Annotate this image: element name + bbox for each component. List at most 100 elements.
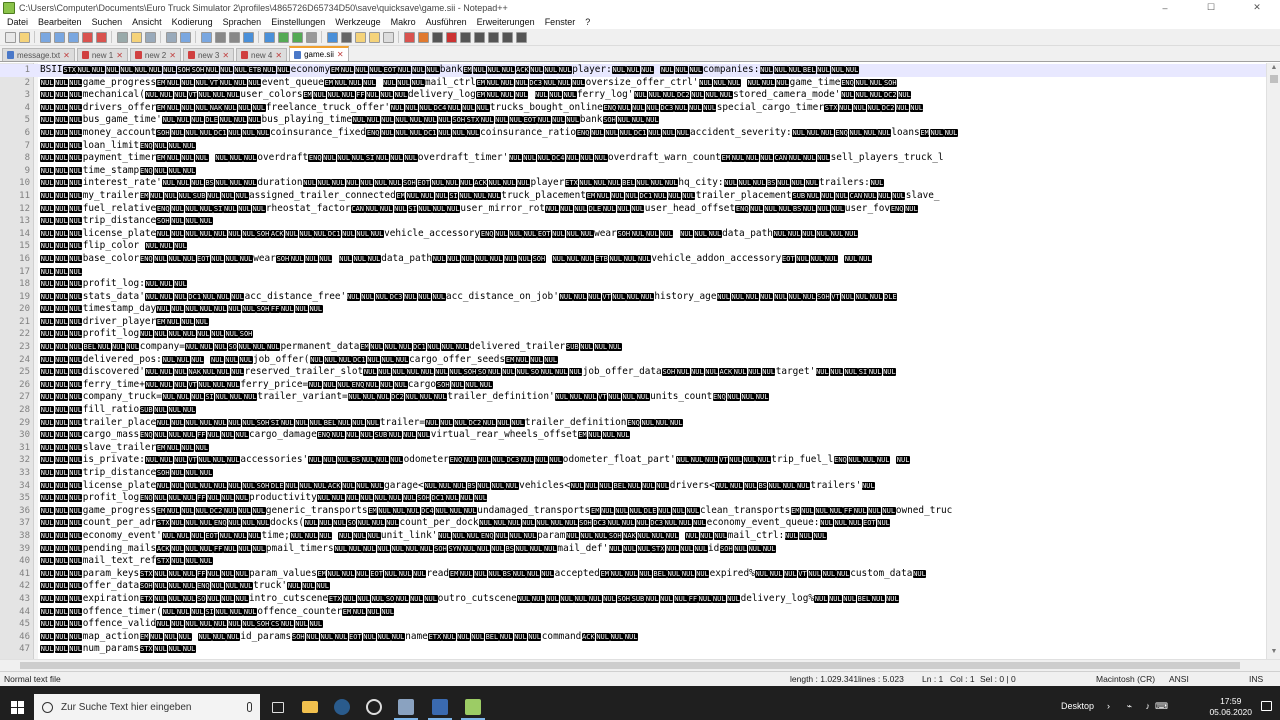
editor-line[interactable]: 37 NUL NUL NULcount_per_adrSTX NUL NUL NUL ENQ N…	[0, 517, 1280, 530]
spell-icon[interactable]	[473, 31, 485, 43]
editor-line[interactable]: 1 BSIISTX NUL NUL NUL NUL NUL NUL NUL SOH SOH NUL NU…	[0, 64, 1280, 77]
network-icon[interactable]: ⌁	[1127, 701, 1132, 712]
plugin-icon[interactable]	[487, 31, 499, 43]
tab-new-2[interactable]: new 2 ✕	[129, 48, 181, 61]
zoom-in-icon[interactable]	[228, 31, 240, 43]
close-button[interactable]: ✕	[1234, 0, 1280, 15]
task-view-button[interactable]	[262, 694, 294, 720]
line-content[interactable]: NUL NUL NULmail_text_refSTX NUL NUL NUL	[40, 555, 213, 568]
line-content[interactable]: NUL NUL NULdrivers_offerEM NUL NUL NUL NAK NUL N…	[40, 102, 924, 115]
editor-line[interactable]: 24 NUL NUL NULdelivered_pos:NUL NUL NUL NUL NU…	[0, 354, 1280, 367]
editor-line[interactable]: 23 NUL NUL NUL BEL NUL NUL NULcompany=NUL NUL NUL…	[0, 341, 1280, 354]
line-content[interactable]: NUL NUL NULtime_stampENQ NUL NUL NUL	[40, 165, 196, 178]
maximize-button[interactable]: ☐	[1188, 0, 1234, 15]
editor-line[interactable]: 42 NUL NUL NULoffer_dataSOH NUL NUL NUL ENQ NUL N…	[0, 580, 1280, 593]
print-icon[interactable]	[95, 31, 107, 43]
zoom-out-icon[interactable]	[242, 31, 254, 43]
line-content[interactable]: NUL NUL NULslave_trailerEM NUL NUL NUL	[40, 442, 209, 455]
editor-line[interactable]: 4 NUL NUL NULdrivers_offerEM NUL NUL NUL NAK NUL…	[0, 102, 1280, 115]
word-wrap-icon[interactable]	[291, 31, 303, 43]
menu-suchen[interactable]: Suchen	[87, 15, 128, 29]
line-content[interactable]: NUL NUL NULstats_data'NUL NUL NUL DC1 NUL NUL NU…	[40, 291, 898, 304]
line-content[interactable]: NUL NUL NULcargo_massENQ NUL NUL NUL FF NUL NUL N…	[40, 429, 630, 442]
run-macro-icon[interactable]	[445, 31, 457, 43]
editor-line[interactable]: 19 NUL NUL NULstats_data'NUL NUL NUL DC1 NUL NUL…	[0, 291, 1280, 304]
line-content[interactable]: NUL NUL NULlicense_plateNUL NUL NUL NUL NUL NUL…	[40, 228, 859, 241]
line-content[interactable]: NUL NUL NULparam_keysSTX NUL NUL NUL FF NUL NUL N…	[40, 568, 927, 581]
line-content[interactable]: NUL NUL NULoffence_validNUL NUL NUL NUL NUL NUL…	[40, 618, 323, 631]
line-content[interactable]: NUL NUL NULbase_colorENQ NUL NUL NUL EOT NUL NUL…	[40, 253, 873, 266]
line-content[interactable]: BSIISTX NUL NUL NUL NUL NUL NUL NUL SOH SOH NUL NUL…	[40, 64, 859, 77]
tab-close-icon[interactable]: ✕	[275, 51, 282, 60]
line-content[interactable]: NUL NUL NULexpirationETX NUL NUL NUL SO NUL NUL N…	[40, 593, 900, 606]
scroll-down-icon[interactable]: ▼	[1269, 648, 1279, 658]
line-content[interactable]: NUL NUL NULoffence_timer(NUL NUL NUL SI NUL NUL…	[40, 606, 395, 619]
microphone-icon[interactable]	[247, 702, 252, 712]
document-map-icon[interactable]	[340, 31, 352, 43]
line-content[interactable]: NUL NUL NULflip_color NUL NUL NUL	[40, 240, 188, 253]
taskbar-app-game[interactable]	[390, 694, 422, 720]
keyboard-icon[interactable]: ⌨	[1155, 701, 1168, 712]
editor-line[interactable]: 22 NUL NUL NULprofit_logNUL NUL NUL NUL NUL NUL N…	[0, 328, 1280, 341]
editor-line[interactable]: 8 NUL NUL NULpayment_timerEM NUL NUL NUL NUL NU…	[0, 152, 1280, 165]
line-content[interactable]: NUL NUL NULdiscovered'NUL NUL NUL NAK NUL NUL NU…	[40, 366, 897, 379]
tab-close-icon[interactable]: ✕	[222, 51, 229, 60]
editor-line[interactable]: 31 NUL NUL NULslave_trailerEM NUL NUL NUL	[0, 442, 1280, 455]
start-button[interactable]	[0, 694, 34, 720]
stop-record-icon[interactable]	[417, 31, 429, 43]
editor-line[interactable]: 43 NUL NUL NULexpirationETX NUL NUL NUL SO NUL NU…	[0, 593, 1280, 606]
editor-line[interactable]: 6 NUL NUL NULmoney_accountSOH NUL NUL NUL DC1 NU…	[0, 127, 1280, 140]
playback-icon[interactable]	[431, 31, 443, 43]
editor-line[interactable]: 44 NUL NUL NULoffence_timer(NUL NUL NUL SI NUL N…	[0, 606, 1280, 619]
editor-line[interactable]: 35 NUL NUL NULprofit_logENQ NUL NUL NUL FF NUL NU…	[0, 492, 1280, 505]
function-list-icon[interactable]	[354, 31, 366, 43]
tab-close-icon[interactable]: ✕	[63, 51, 70, 60]
taskbar-app-steam[interactable]	[326, 694, 358, 720]
line-content[interactable]: NUL NUL NULloan_limitENQ NUL NUL NUL	[40, 140, 196, 153]
tab-new-1[interactable]: new 1 ✕	[76, 48, 128, 61]
editor-line[interactable]: 26 NUL NUL NULferry_time+NUL NUL NUL VT NUL NUL N…	[0, 379, 1280, 392]
extra-icon[interactable]	[501, 31, 513, 43]
menu-einstellungen[interactable]: Einstellungen	[266, 15, 330, 29]
cut-icon[interactable]	[116, 31, 128, 43]
tab-close-icon[interactable]: ✕	[116, 51, 123, 60]
taskbar-app-explorer[interactable]	[294, 694, 326, 720]
line-content[interactable]: NUL NUL NULlicense_plateNUL NUL NUL NUL NUL NUL…	[40, 480, 876, 493]
editor-line[interactable]: 21 NUL NUL NULdriver_playerEM NUL NUL NUL	[0, 316, 1280, 329]
line-content[interactable]: NUL NUL NULcount_per_adrSTX NUL NUL NUL ENQ NUL…	[40, 517, 891, 530]
monitoring-icon[interactable]	[382, 31, 394, 43]
chevron-up-icon[interactable]: ›	[1107, 701, 1110, 711]
editor-line[interactable]: 14 NUL NUL NULlicense_plateNUL NUL NUL NUL NUL N…	[0, 228, 1280, 241]
record-macro-icon[interactable]	[403, 31, 415, 43]
title-bar[interactable]: C:\Users\Computer\Documents\Euro Truck S…	[0, 0, 1280, 15]
sync-horizontal-icon[interactable]	[277, 31, 289, 43]
line-content[interactable]: NUL NUL NULmy_trailerEM NUL NUL NUL SUB NUL NUL N…	[40, 190, 940, 203]
line-content[interactable]: NUL NUL NULtrip_distanceSOH NUL NUL NUL	[40, 467, 213, 480]
editor-area[interactable]: 1 BSIISTX NUL NUL NUL NUL NUL NUL NUL SOH SOH NUL NU…	[0, 63, 1280, 659]
vertical-scroll-thumb[interactable]	[1270, 75, 1278, 83]
line-content[interactable]: NUL NUL NULmap_actionEM NUL NUL NUL NUL NUL NUL…	[40, 631, 638, 644]
tab-new-4[interactable]: new 4 ✕	[236, 48, 288, 61]
menu-bearbeiten[interactable]: Bearbeiten	[33, 15, 87, 29]
volume-icon[interactable]: ♪	[1146, 701, 1151, 711]
taskbar-clock[interactable]: 17:59 05.06.2020	[1209, 696, 1252, 718]
line-content[interactable]: NUL NUL NULprofit_logENQ NUL NUL NUL FF NUL NUL N…	[40, 492, 488, 505]
sync-vertical-icon[interactable]	[263, 31, 275, 43]
taskbar-app-notepad-plus-plus[interactable]	[457, 694, 489, 720]
menu-sprachen[interactable]: Sprachen	[218, 15, 267, 29]
line-content[interactable]: NUL NUL NULnum_paramsSTX NUL NUL NUL	[40, 643, 196, 656]
taskbar-app-ets-tool[interactable]	[424, 694, 456, 720]
line-content[interactable]: NUL NUL NULfill_ratioSUB NUL NUL NUL	[40, 404, 196, 417]
editor-line[interactable]: 46 NUL NUL NULmap_actionEM NUL NUL NUL NUL NUL N…	[0, 631, 1280, 644]
scroll-up-icon[interactable]: ▲	[1269, 64, 1279, 74]
editor-line[interactable]: 15 NUL NUL NULflip_color NUL NUL NUL	[0, 240, 1280, 253]
line-content[interactable]: NUL NUL NULcompany_truck=NUL NUL NUL SI NUL NUL…	[40, 391, 769, 404]
line-content[interactable]: NUL NUL NUL	[40, 266, 83, 279]
editor-line[interactable]: 13 NUL NUL NULtrip_distanceSOH NUL NUL NUL	[0, 215, 1280, 228]
taskbar-app-browser[interactable]	[358, 694, 390, 720]
editor-line[interactable]: 11 NUL NUL NULmy_trailerEM NUL NUL NUL SUB NUL NU…	[0, 190, 1280, 203]
menu-werkzeuge[interactable]: Werkzeuge	[330, 15, 385, 29]
new-file-icon[interactable]	[4, 31, 16, 43]
menu-kodierung[interactable]: Kodierung	[167, 15, 218, 29]
editor-line[interactable]: 18 NUL NUL NULprofit_log:NUL NUL NUL	[0, 278, 1280, 291]
